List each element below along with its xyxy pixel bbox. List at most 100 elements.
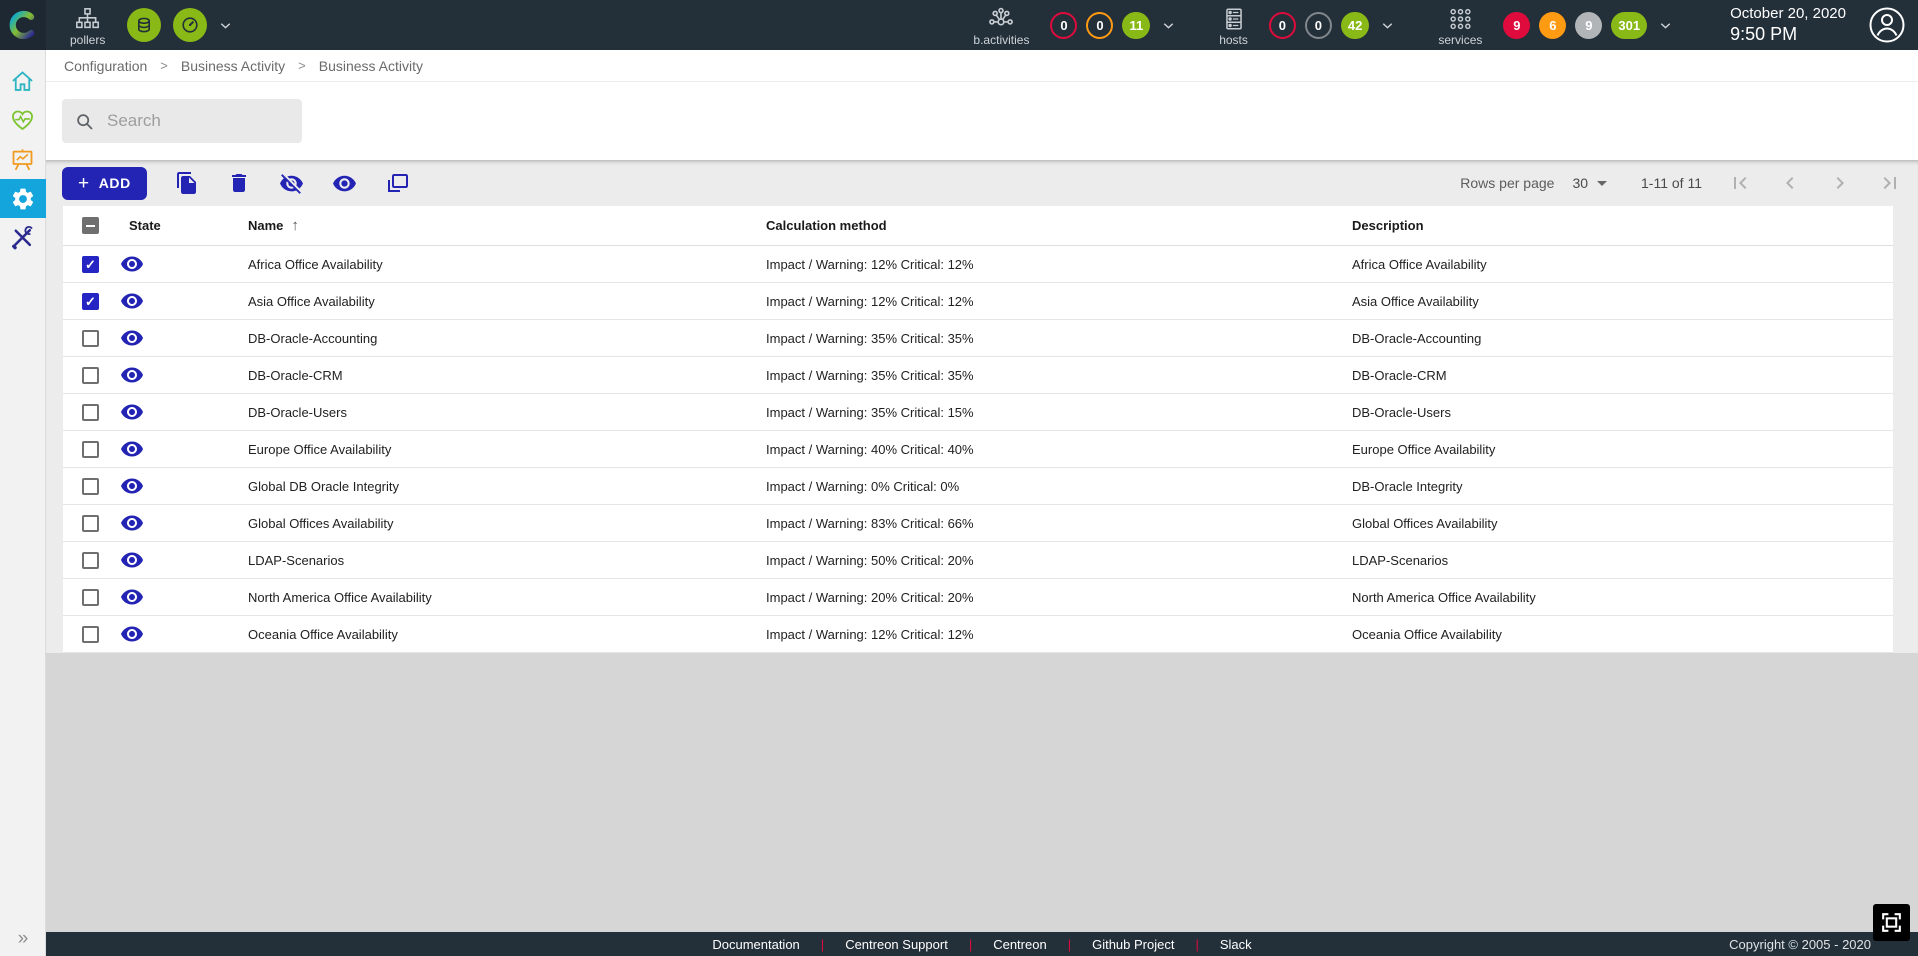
next-page-button[interactable] [1828, 171, 1852, 195]
table-row: LDAP-Scenarios Impact / Warning: 50% Cri… [63, 542, 1893, 579]
latency-gauge-icon[interactable] [173, 8, 207, 42]
visibility-eye-icon[interactable] [120, 252, 144, 276]
row-checkbox[interactable] [82, 330, 99, 347]
row-name[interactable]: Global Offices Availability [243, 516, 763, 531]
row-checkbox[interactable] [82, 256, 99, 273]
rows-per-page-select[interactable]: 30 [1572, 175, 1607, 191]
sidebar-item-reporting[interactable] [0, 140, 46, 179]
row-name[interactable]: DB-Oracle-CRM [243, 368, 763, 383]
delete-icon[interactable] [227, 171, 251, 195]
add-button[interactable]: + ADD [62, 167, 147, 200]
duplicate-icon[interactable] [385, 171, 409, 195]
row-name[interactable]: LDAP-Scenarios [243, 553, 763, 568]
sidebar-item-monitoring[interactable] [0, 101, 46, 140]
search-input[interactable] [105, 110, 275, 132]
table-row: North America Office Availability Impact… [63, 579, 1893, 616]
row-name[interactable]: Asia Office Availability [243, 294, 763, 309]
status-badge[interactable]: 11 [1122, 12, 1150, 39]
footer-link[interactable]: Github Project [1092, 937, 1174, 952]
footer-link[interactable]: Centreon [993, 937, 1046, 952]
visibility-eye-icon[interactable] [120, 511, 144, 535]
pollers-chevron-down-icon[interactable] [217, 17, 234, 34]
business-activities-menu[interactable]: b.activities [973, 1, 1029, 49]
row-name[interactable]: Oceania Office Availability [243, 627, 763, 642]
table-row: DB-Oracle-Users Impact / Warning: 35% Cr… [63, 394, 1893, 431]
row-calculation-method: Impact / Warning: 83% Critical: 66% [763, 516, 1349, 531]
row-calculation-method: Impact / Warning: 35% Critical: 15% [763, 405, 1349, 420]
hosts-menu[interactable]: hosts [1219, 1, 1248, 49]
row-checkbox[interactable] [82, 626, 99, 643]
visibility-eye-icon[interactable] [120, 400, 144, 424]
breadcrumb-business-activity-page[interactable]: Business Activity [319, 58, 423, 74]
select-all-checkbox[interactable] [82, 217, 99, 234]
business-activities-icon [986, 5, 1016, 33]
hosts-status-group: hosts 00 42 [1219, 1, 1396, 49]
fullscreen-button[interactable] [1873, 904, 1910, 941]
row-checkbox[interactable] [82, 552, 99, 569]
row-calculation-method: Impact / Warning: 0% Critical: 0% [763, 479, 1349, 494]
visibility-eye-icon[interactable] [120, 548, 144, 572]
visibility-eye-icon[interactable] [120, 363, 144, 387]
status-badge[interactable]: 0 [1050, 12, 1077, 39]
row-name[interactable]: DB-Oracle-Users [243, 405, 763, 420]
copy-icon[interactable] [175, 171, 199, 195]
visibility-eye-icon[interactable] [120, 474, 144, 498]
sidebar-item-configuration[interactable] [0, 179, 46, 218]
visibility-eye-icon[interactable] [120, 437, 144, 461]
status-badge[interactable]: 6 [1539, 12, 1566, 39]
row-name[interactable]: North America Office Availability [243, 590, 763, 605]
services-chevron-down-icon[interactable] [1657, 17, 1674, 34]
column-header-name[interactable]: Name ↑ [243, 217, 763, 234]
pollers-menu[interactable]: pollers [70, 1, 105, 49]
database-status-icon[interactable] [127, 8, 161, 42]
row-name[interactable]: Africa Office Availability [243, 257, 763, 272]
sidebar-item-administration[interactable] [0, 218, 46, 257]
row-name[interactable]: Europe Office Availability [243, 442, 763, 457]
previous-page-button[interactable] [1778, 171, 1802, 195]
row-name[interactable]: DB-Oracle-Accounting [243, 331, 763, 346]
footer-link[interactable]: Centreon Support [845, 937, 948, 952]
visibility-eye-icon[interactable] [120, 585, 144, 609]
enable-visibility-icon[interactable] [332, 171, 357, 196]
row-checkbox[interactable] [82, 478, 99, 495]
status-badge[interactable]: 9 [1575, 12, 1602, 39]
user-profile-button[interactable] [1868, 6, 1906, 44]
status-badge[interactable]: 0 [1269, 12, 1296, 39]
status-badge[interactable]: 42 [1341, 12, 1369, 39]
breadcrumb-configuration[interactable]: Configuration [64, 58, 147, 74]
footer-link[interactable]: Slack [1220, 937, 1252, 952]
visibility-eye-icon[interactable] [120, 326, 144, 350]
business-activities-chevron-down-icon[interactable] [1160, 17, 1177, 34]
row-description: DB-Oracle-Accounting [1349, 331, 1893, 346]
status-badge[interactable]: 0 [1305, 12, 1332, 39]
breadcrumb-separator: > [298, 58, 306, 73]
hosts-chevron-down-icon[interactable] [1379, 17, 1396, 34]
disable-visibility-icon[interactable] [279, 171, 304, 196]
breadcrumb-business-activity[interactable]: Business Activity [181, 58, 285, 74]
table-header-row: State Name ↑ Calculation method Descript… [63, 206, 1893, 246]
row-name[interactable]: Global DB Oracle Integrity [243, 479, 763, 494]
status-badge[interactable]: 9 [1503, 12, 1530, 39]
sidebar-item-home[interactable] [0, 62, 46, 101]
sidebar-expand-button[interactable]: » [0, 928, 46, 950]
first-page-button[interactable] [1728, 171, 1752, 195]
visibility-eye-icon[interactable] [120, 289, 144, 313]
status-badge[interactable]: 301 [1611, 12, 1647, 39]
last-page-button[interactable] [1878, 171, 1902, 195]
visibility-eye-icon[interactable] [120, 622, 144, 646]
search-box[interactable] [62, 99, 302, 143]
footer-links: Documentation|Centreon Support|Centreon|… [46, 937, 1918, 952]
status-badge[interactable]: 0 [1086, 12, 1113, 39]
row-checkbox[interactable] [82, 293, 99, 310]
services-menu[interactable]: services [1438, 1, 1482, 49]
centreon-app: pollers [0, 0, 1918, 956]
row-checkbox[interactable] [82, 441, 99, 458]
centreon-logo[interactable] [0, 0, 46, 50]
top-header-bar: pollers [0, 0, 1918, 50]
table-row: Europe Office Availability Impact / Warn… [63, 431, 1893, 468]
row-checkbox[interactable] [82, 589, 99, 606]
row-checkbox[interactable] [82, 515, 99, 532]
footer-link[interactable]: Documentation [712, 937, 799, 952]
row-checkbox[interactable] [82, 367, 99, 384]
row-checkbox[interactable] [82, 404, 99, 421]
